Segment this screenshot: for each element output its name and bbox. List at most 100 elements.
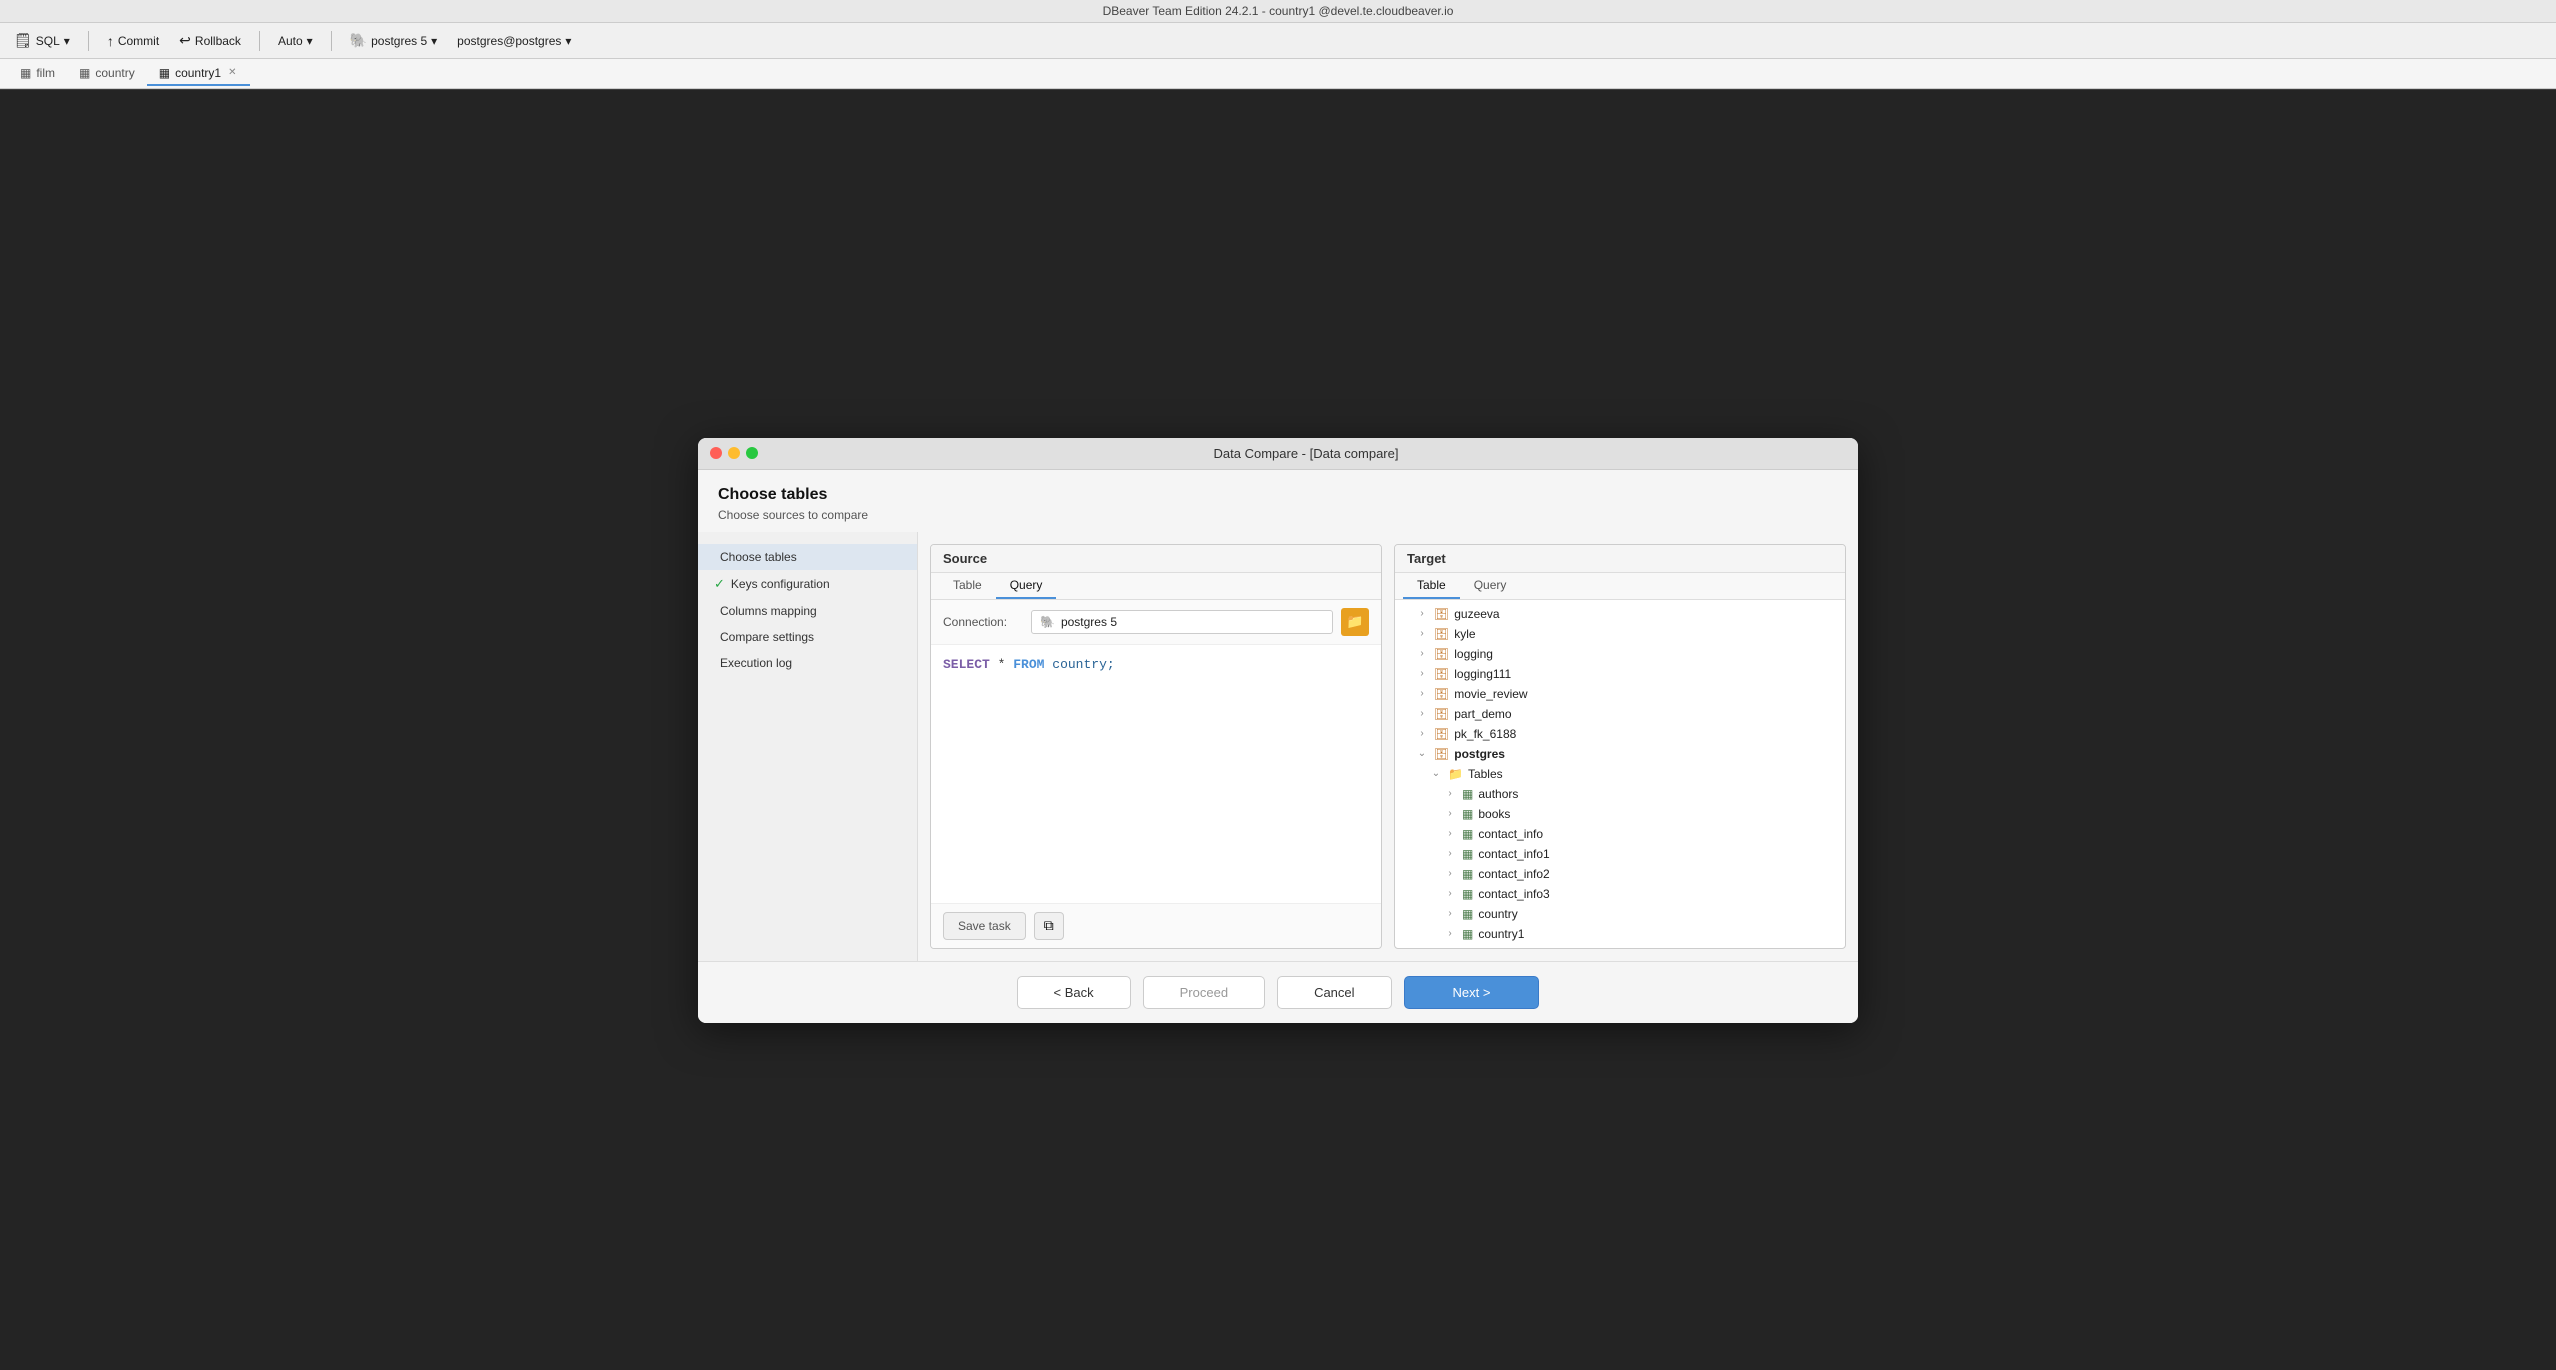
tree-label-authors: authors: [1478, 787, 1837, 801]
rollback-label: Rollback: [195, 34, 241, 48]
target-panel-header: Target: [1395, 545, 1845, 573]
source-browse-button[interactable]: 📁: [1341, 608, 1369, 636]
tree-item-guzeeva[interactable]: › 🗄 guzeeva: [1395, 604, 1845, 624]
tree-item-authors[interactable]: › ▦ authors: [1395, 784, 1845, 804]
tree-item-kyle[interactable]: › 🗄 kyle: [1395, 624, 1845, 644]
sidebar-step-choose-tables[interactable]: Choose tables: [698, 544, 917, 570]
chevron-contact-info2: ›: [1443, 868, 1457, 879]
tree-label-kyle: kyle: [1454, 627, 1837, 641]
db-icon-kyle: 🗄: [1434, 627, 1449, 641]
tree-item-logging111[interactable]: › 🗄 logging111: [1395, 664, 1845, 684]
source-query-editor[interactable]: SELECT * FROM country;: [931, 645, 1381, 903]
chevron-guzeeva: ›: [1415, 608, 1429, 619]
step-label-compare-settings: Compare settings: [720, 630, 814, 644]
toolbar-sep-1: [88, 31, 89, 51]
auto-chevron: ▾: [307, 34, 313, 48]
commit-button[interactable]: ↑ Commit: [101, 31, 165, 51]
user-dropdown[interactable]: postgres@postgres ▾: [451, 32, 577, 50]
tree-item-country1[interactable]: › ▦ country1: [1395, 924, 1845, 944]
tree-item-part-demo[interactable]: › 🗄 part_demo: [1395, 704, 1845, 724]
chevron-contact-info3: ›: [1443, 888, 1457, 899]
db-icon-pk-fk-6188: 🗄: [1434, 727, 1449, 741]
tree-label-tables: Tables: [1468, 767, 1837, 781]
dialog-footer: < Back Proceed Cancel Next >: [698, 961, 1858, 1023]
connection-dropdown[interactable]: 🐘 postgres 5 ▾: [344, 30, 444, 51]
tree-label-logging111: logging111: [1454, 667, 1837, 681]
tree-label-logging: logging: [1454, 647, 1837, 661]
tree-item-pk-fk-6188[interactable]: › 🗄 pk_fk_6188: [1395, 724, 1845, 744]
next-button[interactable]: Next >: [1404, 976, 1540, 1009]
copy-icon: ⧉: [1044, 917, 1054, 934]
auto-commit-dropdown[interactable]: Auto ▾: [272, 32, 319, 50]
tab-film[interactable]: ▦ film: [8, 62, 67, 86]
query-from-keyword: FROM: [1013, 657, 1044, 672]
commit-icon: ↑: [107, 33, 114, 49]
source-panel-footer: Save task ⧉: [931, 903, 1381, 948]
tree-item-movie-review[interactable]: › 🗄 movie_review: [1395, 684, 1845, 704]
target-tab-table[interactable]: Table: [1403, 573, 1460, 599]
panel-icon-button[interactable]: ⧉: [1034, 912, 1064, 940]
back-button[interactable]: < Back: [1017, 976, 1131, 1009]
tree-label-contact-info2: contact_info2: [1478, 867, 1837, 881]
tree-item-contact-info2[interactable]: › ▦ contact_info2: [1395, 864, 1845, 884]
dialog-header: Choose tables Choose sources to compare: [698, 470, 1858, 532]
user-chevron: ▾: [565, 34, 571, 48]
tree-item-contact-info[interactable]: › ▦ contact_info: [1395, 824, 1845, 844]
user-label: postgres@postgres: [457, 34, 561, 48]
target-tree-panel: › 🗄 guzeeva › 🗄 kyle ›: [1395, 600, 1845, 948]
chevron-logging111: ›: [1415, 668, 1429, 679]
traffic-light-yellow[interactable]: [728, 447, 740, 459]
cancel-button[interactable]: Cancel: [1277, 976, 1391, 1009]
step-label-keys-config: Keys configuration: [731, 577, 830, 591]
sidebar-step-execution-log[interactable]: Execution log: [698, 650, 917, 676]
dialog-overlay: Data Compare - [Data compare] Choose tab…: [0, 90, 2556, 1370]
table-icon-contact-info3: ▦: [1462, 887, 1473, 901]
target-panel: Target Table Query › 🗄: [1394, 544, 1846, 949]
chevron-part-demo: ›: [1415, 708, 1429, 719]
tree-label-country: country: [1478, 907, 1837, 921]
source-tab-query[interactable]: Query: [996, 573, 1057, 599]
sql-menu[interactable]: 🗒 SQL ▾: [8, 30, 76, 51]
rollback-button[interactable]: ↩ Rollback: [173, 30, 247, 51]
data-compare-dialog: Data Compare - [Data compare] Choose tab…: [698, 438, 1858, 1023]
db-icon-movie-review: 🗄: [1434, 687, 1449, 701]
db-icon-guzeeva: 🗄: [1434, 607, 1449, 621]
tree-item-tables-folder[interactable]: ⌄ 📁 Tables: [1395, 764, 1845, 784]
tab-close-country1[interactable]: ✕: [226, 67, 238, 78]
traffic-light-green[interactable]: [746, 447, 758, 459]
tree-label-contact-info1: contact_info1: [1478, 847, 1837, 861]
dialog-content: Source Table Query Connection: 🐘: [918, 532, 1858, 961]
connection-chevron: ▾: [431, 34, 437, 48]
tree-item-contact-info1[interactable]: › ▦ contact_info1: [1395, 844, 1845, 864]
tree-label-movie-review: movie_review: [1454, 687, 1837, 701]
dialog-titlebar: Data Compare - [Data compare]: [698, 438, 1858, 470]
step-check-keys-config: ✓: [714, 576, 725, 592]
tab-country[interactable]: ▦ country: [67, 62, 147, 86]
chevron-tables: ⌄: [1429, 768, 1443, 779]
source-tab-table[interactable]: Table: [939, 573, 996, 599]
tree-item-logging[interactable]: › 🗄 logging: [1395, 644, 1845, 664]
proceed-button[interactable]: Proceed: [1143, 976, 1265, 1009]
source-connection-input[interactable]: 🐘 postgres 5: [1031, 610, 1333, 634]
sidebar-step-keys-config[interactable]: ✓ Keys configuration: [698, 570, 917, 598]
wizard-subtitle: Choose sources to compare: [718, 508, 1838, 522]
sidebar-step-columns-mapping[interactable]: Columns mapping: [698, 598, 917, 624]
tree-item-books[interactable]: › ▦ books: [1395, 804, 1845, 824]
step-label-columns-mapping: Columns mapping: [720, 604, 817, 618]
traffic-light-red[interactable]: [710, 447, 722, 459]
target-tab-query[interactable]: Query: [1460, 573, 1521, 599]
tree-label-contact-info3: contact_info3: [1478, 887, 1837, 901]
save-task-button[interactable]: Save task: [943, 912, 1026, 940]
table-icon-contact-info1: ▦: [1462, 847, 1473, 861]
tree-label-postgres: postgres: [1454, 747, 1837, 761]
tree-label-books: books: [1478, 807, 1837, 821]
connection-label: Connection:: [943, 615, 1023, 629]
chevron-pk-fk-6188: ›: [1415, 728, 1429, 739]
tree-item-postgres[interactable]: ⌄ 🗄 postgres: [1395, 744, 1845, 764]
source-panel-tabs: Table Query: [931, 573, 1381, 600]
tree-item-country[interactable]: › ▦ country: [1395, 904, 1845, 924]
query-select-keyword: SELECT: [943, 657, 990, 672]
sidebar-step-compare-settings[interactable]: Compare settings: [698, 624, 917, 650]
tree-item-contact-info3[interactable]: › ▦ contact_info3: [1395, 884, 1845, 904]
tab-country1[interactable]: ▦ country1 ✕: [147, 62, 251, 86]
